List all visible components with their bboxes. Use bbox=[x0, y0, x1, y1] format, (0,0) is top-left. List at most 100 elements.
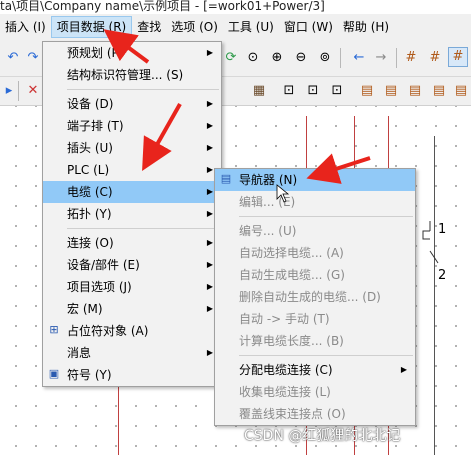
menu-cable-item-label: 删除自动生成的电缆... (D) bbox=[239, 290, 381, 304]
hash-b-icon[interactable]: # bbox=[426, 49, 444, 67]
submenu-arrow-icon: ▶ bbox=[206, 165, 213, 174]
zoom-out-icon[interactable]: ⊖ bbox=[292, 49, 310, 67]
menu-project-item[interactable]: 插头 (U) ▶ bbox=[43, 137, 221, 159]
switch-contact-symbol bbox=[422, 221, 439, 264]
menu-project-item-label: 设备 (D) bbox=[67, 97, 114, 111]
submenu-arrow-icon: ▶ bbox=[206, 238, 213, 247]
menu-separator bbox=[239, 216, 413, 217]
connector-d-icon[interactable]: ▤ bbox=[430, 82, 448, 100]
menu-cable-item[interactable]: ▤ 导航器 (N) bbox=[215, 169, 415, 191]
menu-project-item[interactable]: 连接 (O) ▶ bbox=[43, 232, 221, 254]
menu-cable-item: 覆盖线束连接点 (O) bbox=[215, 403, 415, 425]
zoom-window-icon[interactable]: ⊙ bbox=[244, 49, 262, 67]
wire-line bbox=[434, 136, 435, 455]
menu-cable-item: 自动 -> 手动 (T) bbox=[215, 308, 415, 330]
toolbar-separator bbox=[396, 48, 397, 68]
menu-project-item-label: 插头 (U) bbox=[67, 141, 113, 155]
menu-project-item[interactable]: 设备 (D) ▶ bbox=[43, 93, 221, 115]
menu-cable-item-label: 编号... (U) bbox=[239, 224, 297, 238]
watermark: CSDN @红狐狸的北北记 bbox=[244, 428, 401, 444]
pin-label-1: 1 bbox=[438, 222, 447, 237]
menu-separator bbox=[67, 228, 219, 229]
zoom-in-icon[interactable]: ⊕ bbox=[268, 49, 286, 67]
menu-project-item-label: 端子排 (T) bbox=[67, 119, 124, 133]
forward-icon[interactable]: → bbox=[372, 49, 390, 67]
menu-bar: 插入 (I) 项目数据 (R) 查找 选项 (O) 工具 (U) 窗口 (W) … bbox=[0, 14, 471, 40]
project-data-menu: 预规划 (P) ▶ 结构标识符管理... (S) 设备 (D) ▶ 端子排 (T) ▶ 插头 … bbox=[42, 41, 222, 387]
submenu-arrow-icon: ▶ bbox=[206, 260, 213, 269]
menu-project-item[interactable]: 结构标识符管理... (S) bbox=[43, 64, 221, 86]
menu-project-item[interactable]: PLC (L) ▶ bbox=[43, 159, 221, 181]
menu-cable-item: 编辑... (E) bbox=[215, 191, 415, 213]
play-icon[interactable]: ▸ bbox=[0, 82, 18, 100]
submenu-arrow-icon: ▶ bbox=[206, 48, 213, 57]
hash-a-icon[interactable]: # bbox=[402, 49, 420, 67]
menu-project-item-label: 占位符对象 (A) bbox=[67, 324, 149, 338]
menu-project-item[interactable]: 项目选项 (J) ▶ bbox=[43, 276, 221, 298]
menu-cable-item-label: 自动选择电缆... (A) bbox=[239, 246, 344, 260]
menu-cable-item-label: 编辑... (E) bbox=[239, 195, 296, 209]
menu-project-item[interactable]: 预规划 (P) ▶ bbox=[43, 42, 221, 64]
submenu-arrow-icon: ▶ bbox=[400, 365, 407, 374]
menu-project-item-label: 预规划 (P) bbox=[67, 46, 124, 60]
refresh-icon[interactable]: ⟳ bbox=[222, 49, 240, 67]
menu-project-item-label: 电缆 (C) bbox=[67, 185, 113, 199]
submenu-arrow-icon: ▶ bbox=[206, 187, 213, 196]
menu-cable-item: 编号... (U) bbox=[215, 220, 415, 242]
menu-cable-item: 自动选择电缆... (A) bbox=[215, 242, 415, 264]
menu-project-item[interactable]: 设备/部件 (E) ▶ bbox=[43, 254, 221, 276]
menu-project-item[interactable]: 电缆 (C) ▶ bbox=[43, 181, 221, 203]
back-icon[interactable]: ← bbox=[350, 49, 368, 67]
menu-project-item-label: 结构标识符管理... (S) bbox=[67, 68, 184, 82]
delete-connection-icon[interactable]: ✕ bbox=[24, 82, 42, 100]
menu-separator bbox=[239, 355, 413, 356]
menu-project-item[interactable]: ⊞ 占位符对象 (A) bbox=[43, 320, 221, 342]
menu-project-item[interactable]: 消息 ▶ bbox=[43, 342, 221, 364]
cable-submenu: ▤ 导航器 (N) 编辑... (E) 编号... (U) 自动选择电缆... (A) 自… bbox=[214, 168, 416, 426]
menu-project-item-label: 宏 (M) bbox=[67, 302, 103, 316]
menu-project-item[interactable]: 拓扑 (Y) ▶ bbox=[43, 203, 221, 225]
menu-cable-item: 计算电缆长度... (B) bbox=[215, 330, 415, 352]
menu-project-item-label: PLC (L) bbox=[67, 163, 110, 177]
redo-icon[interactable]: ↷ bbox=[24, 49, 42, 67]
submenu-arrow-icon: ▶ bbox=[206, 99, 213, 108]
menu-help[interactable]: 帮助 (H) bbox=[338, 16, 394, 38]
placeholder-object-icon: ⊞ bbox=[49, 323, 59, 336]
menu-project-item-label: 拓扑 (Y) bbox=[67, 207, 112, 221]
submenu-arrow-icon: ▶ bbox=[206, 121, 213, 130]
pin-label-2: 2 bbox=[438, 268, 447, 283]
menu-options[interactable]: 选项 (O) bbox=[166, 16, 223, 38]
grid-icon[interactable]: ▦ bbox=[250, 82, 268, 100]
menu-find[interactable]: 查找 bbox=[132, 16, 166, 38]
symbol-a-icon[interactable]: ⊡ bbox=[280, 82, 298, 100]
menu-window[interactable]: 窗口 (W) bbox=[279, 16, 338, 38]
menu-cable-item: 自动生成电缆... (G) bbox=[215, 264, 415, 286]
menu-project-item[interactable]: ▣ 符号 (Y) bbox=[43, 364, 221, 386]
zoom-100-icon[interactable]: ⊚ bbox=[316, 49, 334, 67]
menu-cable-item-label: 覆盖线束连接点 (O) bbox=[239, 407, 346, 421]
menu-cable-item-label: 导航器 (N) bbox=[239, 173, 298, 187]
submenu-arrow-icon: ▶ bbox=[206, 282, 213, 291]
menu-project-item-label: 设备/部件 (E) bbox=[67, 258, 140, 272]
connector-c-icon[interactable]: ▤ bbox=[406, 82, 424, 100]
toolbar-separator bbox=[340, 48, 341, 68]
menu-project-item-label: 项目选项 (J) bbox=[67, 280, 132, 294]
connector-e-icon[interactable]: ▤ bbox=[452, 82, 470, 100]
submenu-arrow-icon: ▶ bbox=[206, 143, 213, 152]
menu-project-item[interactable]: 端子排 (T) ▶ bbox=[43, 115, 221, 137]
menu-cable-item: 收集电缆连接 (L) bbox=[215, 381, 415, 403]
undo-icon[interactable]: ↶ bbox=[4, 49, 22, 67]
toolbar-separator bbox=[18, 81, 19, 101]
hash-c-icon[interactable]: # bbox=[448, 47, 468, 67]
menu-project-item[interactable]: 宏 (M) ▶ bbox=[43, 298, 221, 320]
menu-project-data[interactable]: 项目数据 (R) bbox=[50, 16, 133, 38]
connector-a-icon[interactable]: ▤ bbox=[358, 82, 376, 100]
symbol-c-icon[interactable]: ⊡ bbox=[328, 82, 346, 100]
menu-tools[interactable]: 工具 (U) bbox=[223, 16, 279, 38]
connector-b-icon[interactable]: ▤ bbox=[382, 82, 400, 100]
menu-insert[interactable]: 插入 (I) bbox=[0, 16, 51, 38]
navigator-icon: ▤ bbox=[220, 172, 232, 185]
menu-project-item-label: 连接 (O) bbox=[67, 236, 114, 250]
menu-cable-item[interactable]: 分配电缆连接 (C) ▶ bbox=[215, 359, 415, 381]
symbol-b-icon[interactable]: ⊡ bbox=[304, 82, 322, 100]
